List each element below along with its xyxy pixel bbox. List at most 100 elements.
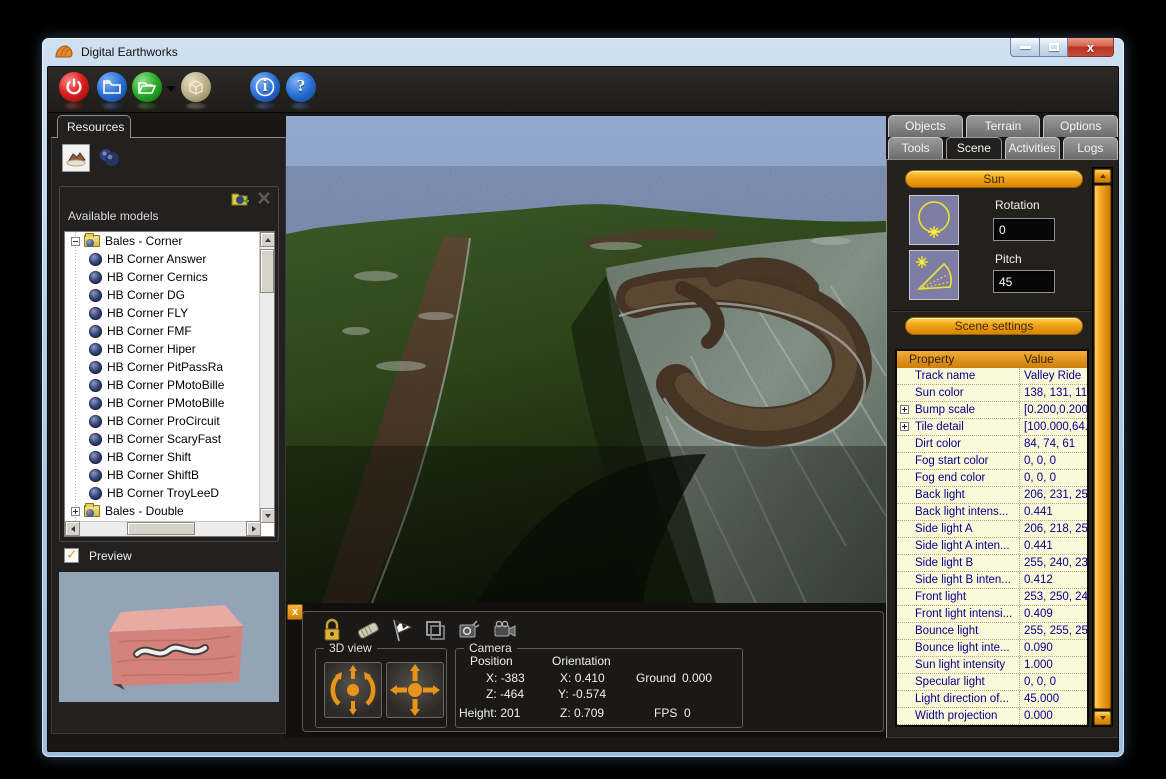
open-green-folder-icon[interactable] [132, 72, 162, 102]
panel-scrollbar[interactable] [1092, 167, 1113, 727]
property-value[interactable]: 206, 231, 255 [1019, 487, 1087, 503]
dropdown-caret-icon[interactable] [166, 86, 176, 92]
property-row[interactable]: Track nameValley Ride [897, 368, 1087, 385]
property-row[interactable]: Back light206, 231, 255 [897, 487, 1087, 504]
terrain-3d-viewport[interactable] [286, 116, 886, 603]
property-value[interactable]: 0.409 [1019, 606, 1087, 622]
pitch-input[interactable]: 45 [993, 270, 1055, 293]
scroll-thumb[interactable] [127, 522, 195, 535]
scroll-down-button[interactable] [260, 508, 275, 523]
open-blue-folder-icon[interactable] [97, 72, 127, 102]
property-value[interactable]: 255, 255, 255 [1019, 623, 1087, 639]
value-column-header[interactable]: Value [1019, 351, 1087, 368]
tree-item[interactable]: HB Corner ScaryFast [65, 430, 261, 448]
property-row[interactable]: Front light253, 250, 240 [897, 589, 1087, 606]
box-icon[interactable] [181, 72, 211, 102]
tree-item[interactable]: HB Corner PMotoBille [65, 394, 261, 412]
tree-horizontal-scrollbar[interactable] [65, 521, 261, 536]
tree-root-item[interactable]: Bales - Corner [65, 232, 261, 250]
tree-item[interactable]: HB Corner PMotoBille [65, 376, 261, 394]
eraser-icon[interactable] [355, 618, 379, 642]
tree-vertical-scrollbar[interactable] [259, 232, 274, 523]
property-row[interactable]: Fog start color0, 0, 0 [897, 453, 1087, 470]
info-icon[interactable]: i [250, 72, 280, 102]
property-value[interactable]: 0.090 [1019, 640, 1087, 656]
bales-category-icon[interactable] [96, 144, 124, 172]
scroll-up-button[interactable] [1094, 169, 1111, 183]
property-row[interactable]: Side light A inten...0.441 [897, 538, 1087, 555]
help-icon[interactable]: ? [286, 72, 316, 102]
scroll-down-button[interactable] [1094, 711, 1111, 725]
property-value[interactable]: 255, 240, 236 [1019, 555, 1087, 571]
frame-icon[interactable] [423, 618, 447, 642]
property-value[interactable]: [0.200,0.200,0 [1019, 402, 1087, 418]
tree-item[interactable]: HB Corner ProCircuit [65, 412, 261, 430]
tree-item[interactable]: HB Corner Cernics [65, 268, 261, 286]
tree-item[interactable]: HB Corner Shift [65, 448, 261, 466]
tree-item[interactable]: HB Corner FLY [65, 304, 261, 322]
delete-model-icon[interactable] [256, 190, 272, 211]
pan-view-button[interactable] [386, 662, 444, 718]
property-row[interactable]: Front light intensi...0.409 [897, 606, 1087, 623]
lock-icon[interactable] [321, 618, 345, 642]
maximize-button[interactable] [1040, 38, 1068, 57]
property-row[interactable]: Side light B255, 240, 236 [897, 555, 1087, 572]
property-value[interactable]: 0, 0, 0 [1019, 674, 1087, 690]
scroll-right-button[interactable] [246, 521, 261, 536]
property-row[interactable]: Width projection0.000 [897, 708, 1087, 725]
property-row[interactable]: Tile detail[100.000,64.0 [897, 419, 1087, 436]
expand-icon[interactable] [900, 405, 909, 414]
property-value[interactable]: 0.441 [1019, 538, 1087, 554]
tree-item[interactable]: HB Corner ShiftB [65, 466, 261, 484]
tree-item[interactable]: HB Corner FMF [65, 322, 261, 340]
property-row[interactable]: Specular light0, 0, 0 [897, 674, 1087, 691]
property-row[interactable]: Sun light intensity1.000 [897, 657, 1087, 674]
property-row[interactable]: Side light A206, 218, 255 [897, 521, 1087, 538]
screenshot-camera-icon[interactable] [457, 618, 481, 642]
property-value[interactable]: 84, 74, 61 [1019, 436, 1087, 452]
property-value[interactable]: 0, 0, 0 [1019, 453, 1087, 469]
property-value[interactable]: 0.441 [1019, 504, 1087, 520]
property-value[interactable]: 206, 218, 255 [1019, 521, 1087, 537]
tree-item[interactable]: HB Corner PitPassRa [65, 358, 261, 376]
scroll-up-button[interactable] [260, 232, 275, 247]
expand-icon[interactable] [71, 507, 80, 516]
tree-item[interactable]: HB Corner DG [65, 286, 261, 304]
property-row[interactable]: Side light B inten...0.412 [897, 572, 1087, 589]
scroll-left-button[interactable] [65, 521, 80, 536]
tree-item[interactable]: HB Corner Hiper [65, 340, 261, 358]
property-row[interactable]: Sun color138, 131, 117 [897, 385, 1087, 402]
tab-tools[interactable]: Tools [888, 137, 943, 159]
checkered-flag-icon[interactable] [389, 618, 413, 642]
property-value[interactable]: 138, 131, 117 [1019, 385, 1087, 401]
minimize-button[interactable] [1010, 38, 1040, 57]
property-value[interactable]: 253, 250, 240 [1019, 589, 1087, 605]
rotation-input[interactable]: 0 [993, 218, 1055, 241]
titlebar[interactable]: Digital Earthworks x [42, 38, 1124, 66]
property-value[interactable]: [100.000,64.0 [1019, 419, 1087, 435]
video-camera-icon[interactable] [491, 618, 515, 642]
property-row[interactable]: Bounce light255, 255, 255 [897, 623, 1087, 640]
scroll-thumb[interactable] [1094, 185, 1111, 709]
add-model-folder-icon[interactable] [231, 190, 250, 211]
preview-checkbox[interactable] [64, 548, 79, 563]
sun-section-header[interactable]: Sun [905, 170, 1083, 188]
tree-item[interactable]: HB Corner TroyLeeD [65, 484, 261, 502]
property-value[interactable]: 0.412 [1019, 572, 1087, 588]
rotate-view-button[interactable] [324, 662, 382, 718]
property-value[interactable]: 0, 0, 0 [1019, 470, 1087, 486]
property-value[interactable]: Valley Ride [1019, 368, 1087, 384]
property-row[interactable]: Fog end color0, 0, 0 [897, 470, 1087, 487]
property-row[interactable]: Bounce light inte...0.090 [897, 640, 1087, 657]
panel-close-button[interactable]: x [287, 604, 303, 620]
property-row[interactable]: Light direction of...45.000 [897, 691, 1087, 708]
tab-scene[interactable]: Scene [946, 137, 1001, 159]
scroll-thumb[interactable] [260, 249, 274, 293]
property-value[interactable]: 0.000 [1019, 708, 1087, 724]
models-tree[interactable]: Bales - CornerHB Corner AnswerHB Corner … [64, 231, 275, 537]
sun-rotation-icon[interactable] [909, 195, 959, 245]
tab-activities[interactable]: Activities [1005, 137, 1060, 159]
tab-resources[interactable]: Resources [57, 115, 131, 138]
sun-pitch-icon[interactable] [909, 250, 959, 300]
collapse-icon[interactable] [71, 237, 80, 246]
